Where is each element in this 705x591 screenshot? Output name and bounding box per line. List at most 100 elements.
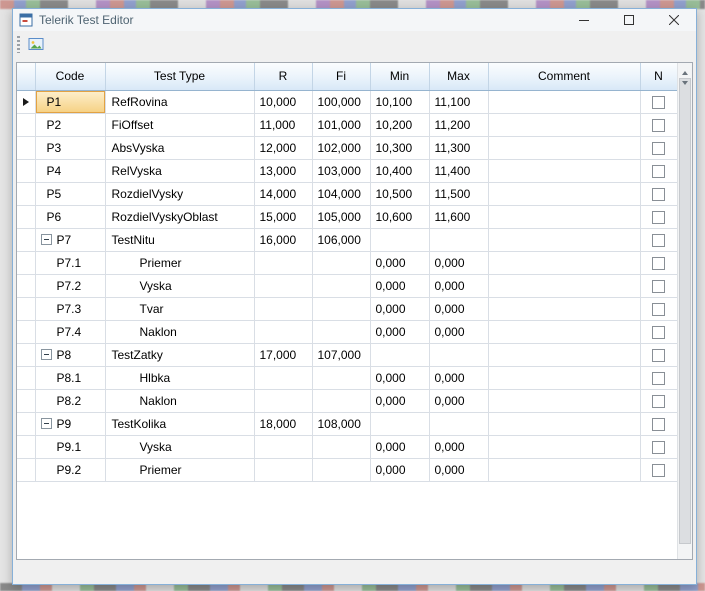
test-type-cell[interactable]: Tvar (105, 297, 255, 321)
row-checkbox[interactable] (652, 440, 665, 454)
column-header-comment[interactable]: Comment (488, 63, 641, 91)
grid-row[interactable]: P7.1 Priemer 0,000 0,000 (17, 251, 678, 275)
row-header-cell[interactable] (17, 343, 36, 367)
test-type-cell[interactable]: Vyska (105, 274, 255, 298)
r-cell[interactable]: 12,000 (254, 136, 313, 160)
n-cell[interactable] (640, 389, 678, 413)
test-type-cell[interactable]: Priemer (105, 458, 255, 482)
row-header-cell[interactable] (17, 274, 36, 298)
test-type-cell[interactable]: Naklon (105, 320, 255, 344)
grid-row[interactable]: P8 TestZatky 17,000 107,000 (17, 343, 678, 367)
r-cell[interactable] (254, 320, 313, 344)
fi-cell[interactable] (312, 366, 371, 390)
code-cell[interactable]: P8.2 (35, 389, 106, 413)
n-cell[interactable] (640, 251, 678, 275)
row-indicator-header[interactable] (17, 63, 36, 91)
min-cell[interactable]: 0,000 (370, 274, 430, 298)
n-cell[interactable] (640, 159, 678, 183)
row-header-cell[interactable] (17, 412, 36, 436)
grid-row[interactable]: P4 RelVyska 13,000 103,000 10,400 11,400 (17, 159, 678, 183)
max-cell[interactable]: 11,300 (429, 136, 489, 160)
min-cell[interactable]: 0,000 (370, 458, 430, 482)
row-checkbox[interactable] (652, 394, 665, 408)
fi-cell[interactable] (312, 251, 371, 275)
comment-cell[interactable] (488, 297, 641, 321)
grid-row[interactable]: P7.2 Vyska 0,000 0,000 (17, 274, 678, 298)
toolbar-grip-icon[interactable] (17, 35, 20, 53)
min-cell[interactable]: 0,000 (370, 320, 430, 344)
row-checkbox[interactable] (652, 118, 665, 132)
row-checkbox[interactable] (652, 325, 665, 339)
min-cell[interactable]: 0,000 (370, 389, 430, 413)
code-cell[interactable]: P9 (35, 412, 106, 436)
min-cell[interactable]: 10,200 (370, 113, 430, 137)
test-type-cell[interactable]: Priemer (105, 251, 255, 275)
grid-row[interactable]: P1 RefRovina 10,000 100,000 10,100 11,100 (17, 90, 678, 114)
row-checkbox[interactable] (652, 95, 665, 109)
min-cell[interactable]: 10,300 (370, 136, 430, 160)
n-cell[interactable] (640, 113, 678, 137)
comment-cell[interactable] (488, 435, 641, 459)
comment-cell[interactable] (488, 182, 641, 206)
code-cell[interactable]: P7.4 (35, 320, 106, 344)
code-cell[interactable]: P9.1 (35, 435, 106, 459)
r-cell[interactable]: 10,000 (254, 90, 313, 114)
n-cell[interactable] (640, 136, 678, 160)
comment-cell[interactable] (488, 90, 641, 114)
n-cell[interactable] (640, 90, 678, 114)
column-header-min[interactable]: Min (370, 63, 430, 91)
close-button[interactable] (651, 9, 696, 31)
fi-cell[interactable] (312, 389, 371, 413)
row-header-cell[interactable] (17, 297, 36, 321)
grid-row[interactable]: P7.4 Naklon 0,000 0,000 (17, 320, 678, 344)
n-cell[interactable] (640, 412, 678, 436)
n-cell[interactable] (640, 366, 678, 390)
row-header-cell[interactable] (17, 389, 36, 413)
fi-cell[interactable] (312, 435, 371, 459)
row-header-cell[interactable] (17, 228, 36, 252)
grid-row[interactable]: P8.1 Hlbka 0,000 0,000 (17, 366, 678, 390)
max-cell[interactable]: 0,000 (429, 458, 489, 482)
fi-cell[interactable]: 106,000 (312, 228, 371, 252)
comment-cell[interactable] (488, 113, 641, 137)
grid-row[interactable]: P9.2 Priemer 0,000 0,000 (17, 458, 678, 482)
code-cell[interactable]: P7 (35, 228, 106, 252)
comment-cell[interactable] (488, 228, 641, 252)
comment-cell[interactable] (488, 251, 641, 275)
r-cell[interactable]: 15,000 (254, 205, 313, 229)
r-cell[interactable] (254, 297, 313, 321)
row-checkbox[interactable] (652, 371, 665, 385)
fi-cell[interactable]: 105,000 (312, 205, 371, 229)
r-cell[interactable]: 17,000 (254, 343, 313, 367)
max-cell[interactable]: 0,000 (429, 274, 489, 298)
r-cell[interactable]: 13,000 (254, 159, 313, 183)
max-cell[interactable]: 11,600 (429, 205, 489, 229)
row-checkbox[interactable] (652, 463, 665, 477)
max-cell[interactable]: 0,000 (429, 251, 489, 275)
max-cell[interactable]: 0,000 (429, 389, 489, 413)
min-cell[interactable] (370, 412, 430, 436)
min-cell[interactable]: 0,000 (370, 251, 430, 275)
r-cell[interactable]: 16,000 (254, 228, 313, 252)
grid-row[interactable]: P6 RozdielVyskyOblast 15,000 105,000 10,600 1… (17, 205, 678, 229)
column-header-code[interactable]: Code (35, 63, 106, 91)
row-checkbox[interactable] (652, 233, 665, 247)
code-cell[interactable]: P7.3 (35, 297, 106, 321)
maximize-button[interactable] (606, 9, 651, 31)
code-cell[interactable]: P2 (35, 113, 106, 137)
row-header-cell[interactable] (17, 366, 36, 390)
comment-cell[interactable] (488, 159, 641, 183)
comment-cell[interactable] (488, 412, 641, 436)
row-header-cell[interactable] (17, 251, 36, 275)
n-cell[interactable] (640, 274, 678, 298)
r-cell[interactable] (254, 458, 313, 482)
n-cell[interactable] (640, 297, 678, 321)
grid-row[interactable]: P5 RozdielVysky 14,000 104,000 10,500 11,500 (17, 182, 678, 206)
code-cell[interactable]: P7.1 (35, 251, 106, 275)
comment-cell[interactable] (488, 205, 641, 229)
column-header-fi[interactable]: Fi (312, 63, 371, 91)
test-type-cell[interactable]: AbsVyska (105, 136, 255, 160)
grid-row[interactable]: P8.2 Naklon 0,000 0,000 (17, 389, 678, 413)
max-cell[interactable]: 0,000 (429, 297, 489, 321)
row-header-cell[interactable] (17, 320, 36, 344)
